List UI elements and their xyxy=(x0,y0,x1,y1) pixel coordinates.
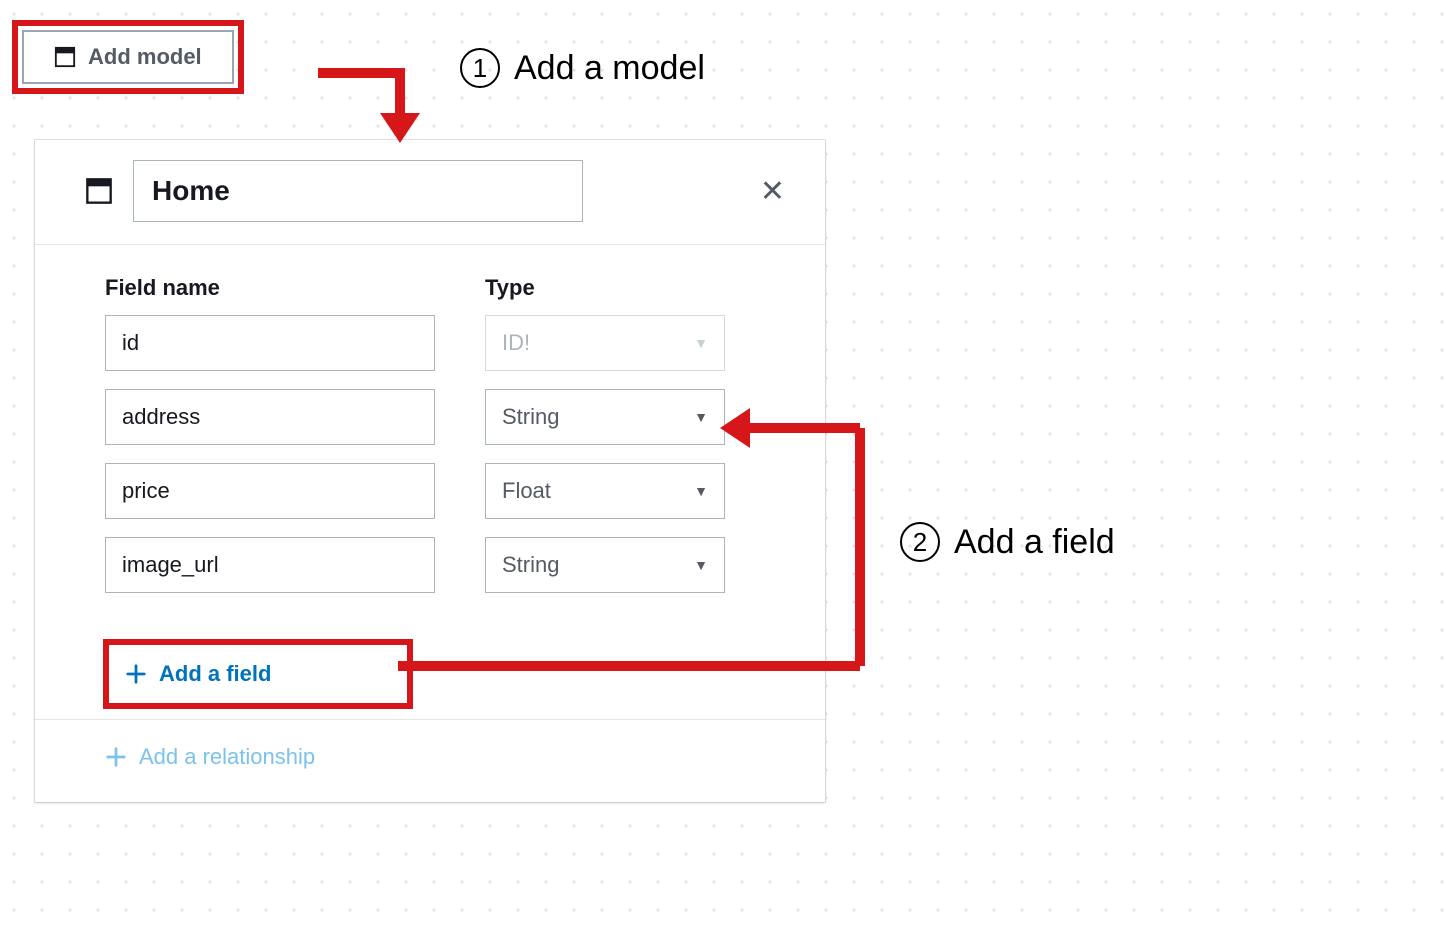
field-type-select[interactable]: Float ▼ xyxy=(485,463,725,519)
field-type-label: String xyxy=(502,552,559,578)
plus-icon xyxy=(125,663,147,685)
add-model-label: Add model xyxy=(88,44,202,70)
model-icon xyxy=(54,46,76,68)
step-1-annotation: 1 Add a model xyxy=(460,48,705,88)
step-2-text: Add a field xyxy=(954,523,1115,562)
field-type-label: Float xyxy=(502,478,551,504)
field-type-label: ID! xyxy=(502,330,530,356)
field-row: ID! ▼ xyxy=(105,315,785,371)
field-type-select[interactable]: String ▼ xyxy=(485,537,725,593)
add-model-button[interactable]: Add model xyxy=(22,30,234,84)
column-header-type: Type xyxy=(485,275,725,301)
add-field-label: Add a field xyxy=(159,661,271,687)
field-row: String ▼ xyxy=(105,389,785,445)
step-2-annotation: 2 Add a field xyxy=(900,522,1115,562)
add-relationship-button[interactable]: Add a relationship xyxy=(105,744,315,770)
add-field-highlight: Add a field xyxy=(103,639,413,709)
field-name-input[interactable] xyxy=(105,315,435,371)
field-type-label: String xyxy=(502,404,559,430)
field-type-select[interactable]: String ▼ xyxy=(485,389,725,445)
add-relationship-label: Add a relationship xyxy=(139,744,315,770)
add-model-highlight: Add model xyxy=(12,20,244,94)
field-name-input[interactable] xyxy=(105,389,435,445)
field-row: Float ▼ xyxy=(105,463,785,519)
model-card: ✕ Field name Type ID!▼String▼Float▼Strin… xyxy=(35,140,825,802)
field-name-input[interactable] xyxy=(105,537,435,593)
model-header: ✕ xyxy=(35,140,825,245)
plus-icon xyxy=(105,746,127,768)
model-name-input[interactable] xyxy=(133,160,583,222)
step-2-number: 2 xyxy=(900,522,940,562)
field-name-input[interactable] xyxy=(105,463,435,519)
chevron-down-icon: ▼ xyxy=(694,409,708,425)
close-icon: ✕ xyxy=(760,175,785,208)
close-model-button[interactable]: ✕ xyxy=(750,170,795,213)
add-field-button[interactable]: Add a field xyxy=(109,647,287,701)
step-1-text: Add a model xyxy=(514,49,705,88)
chevron-down-icon: ▼ xyxy=(694,557,708,573)
field-row: String ▼ xyxy=(105,537,785,593)
chevron-down-icon: ▼ xyxy=(694,335,708,351)
model-icon xyxy=(85,177,113,205)
chevron-down-icon: ▼ xyxy=(694,483,708,499)
field-type-select: ID! ▼ xyxy=(485,315,725,371)
column-header-field: Field name xyxy=(105,275,435,301)
step-1-number: 1 xyxy=(460,48,500,88)
